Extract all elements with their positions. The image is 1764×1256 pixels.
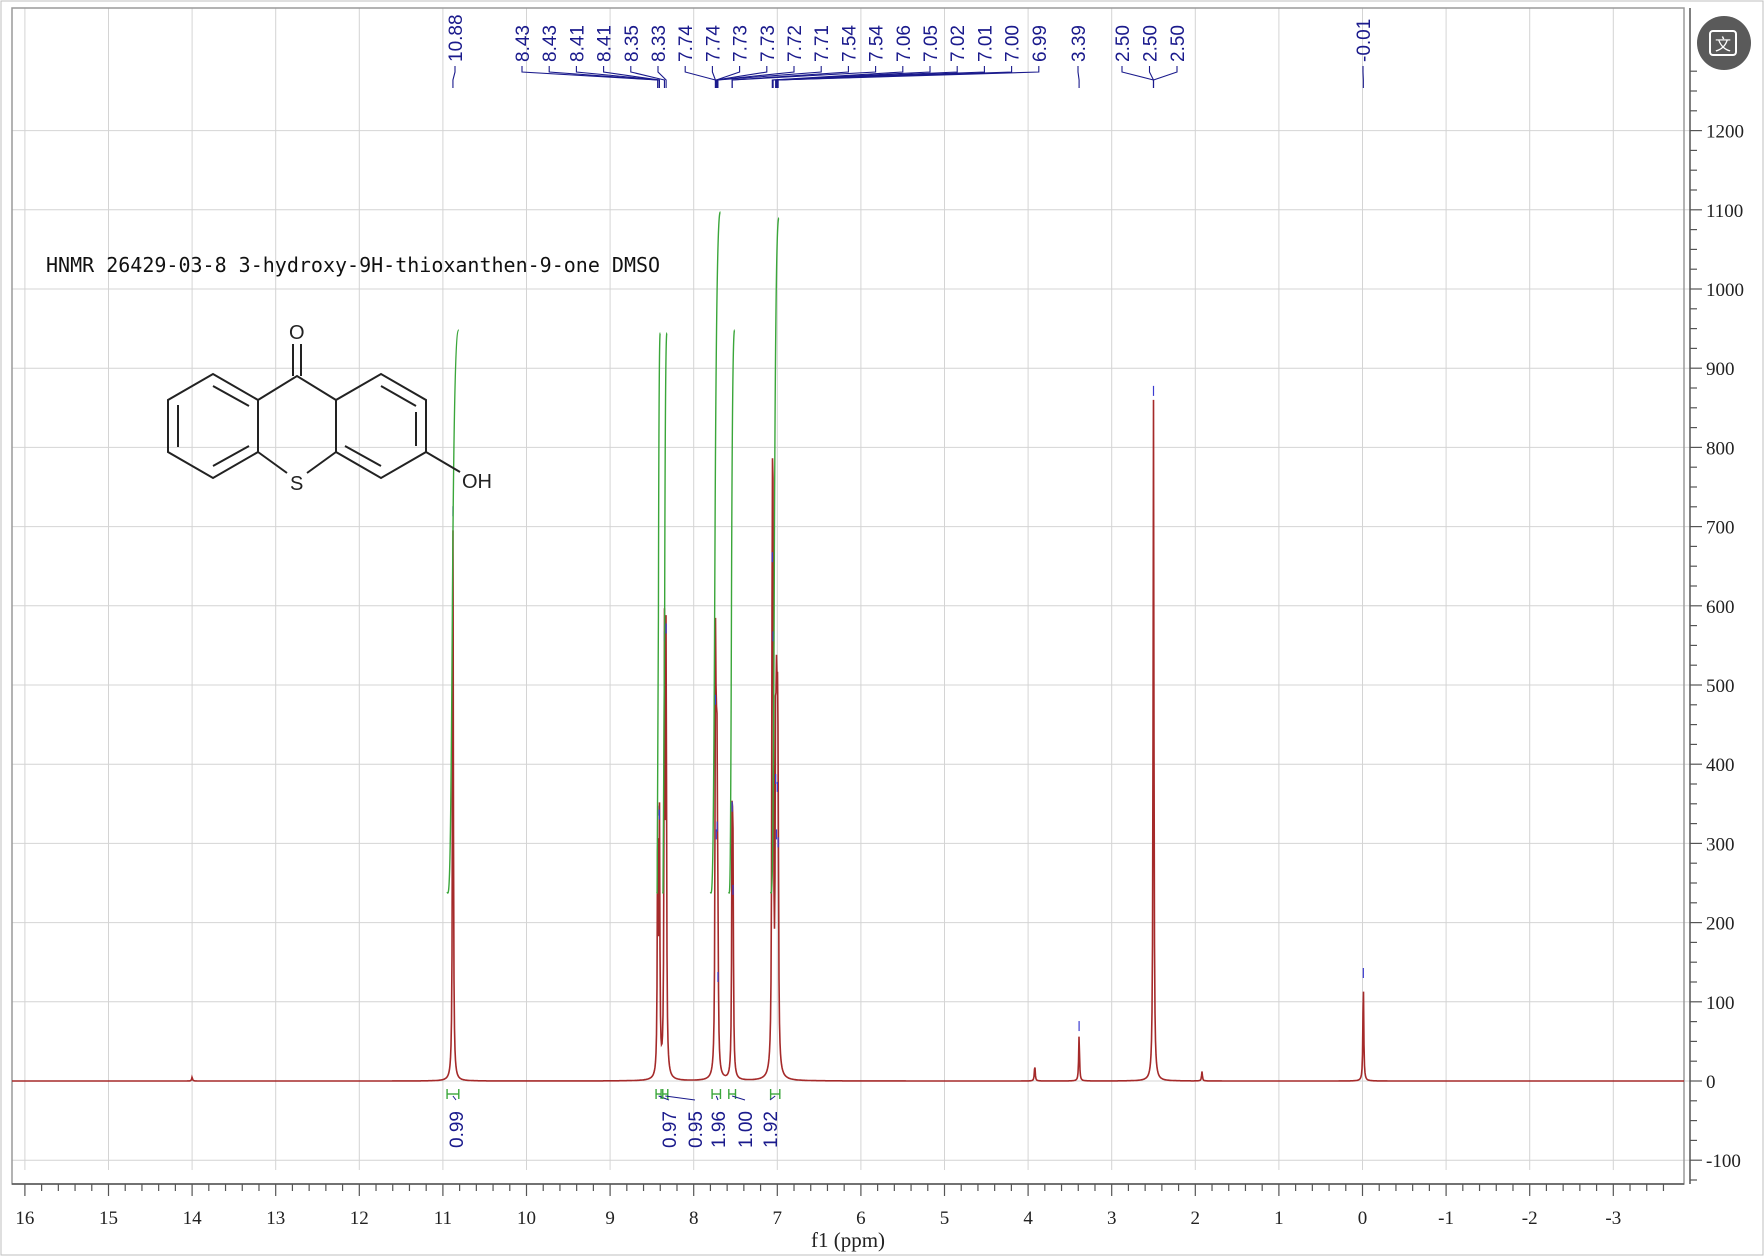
peak-shift-label: 8.35 [622,25,643,62]
chart-background [0,0,1764,1256]
x-tick-label: 15 [99,1208,118,1229]
integral-value-label: 1.96 [709,1111,730,1148]
peak-shift-label: 7.00 [1003,25,1024,62]
peak-shift-label: 7.71 [812,25,833,62]
peak-shift-label: 2.50 [1113,25,1134,62]
x-tick-label: -3 [1605,1208,1621,1229]
atom-oxygen: O [289,322,305,344]
y-tick-label: 800 [1706,438,1735,459]
y-tick-label: 500 [1706,676,1735,697]
y-tick-label: 100 [1706,993,1735,1014]
peak-shift-label: 7.74 [676,25,697,62]
peak-shift-label: 7.73 [731,25,752,62]
peak-shift-label: 8.41 [567,25,588,62]
peak-shift-label: 10.88 [446,14,467,62]
peak-shift-label: 3.39 [1069,25,1090,62]
translate-glyph: 文 [1715,35,1731,54]
x-tick-label: 10 [517,1208,536,1229]
integral-value-label: 1.00 [736,1111,757,1148]
peak-shift-label: 7.02 [948,25,969,62]
integral-value-label: 0.95 [686,1111,707,1148]
peak-shift-label: 2.50 [1141,25,1162,62]
x-tick-label: 9 [605,1208,615,1229]
y-tick-label: 1000 [1706,280,1744,301]
integral-value-label: 0.97 [660,1111,681,1148]
x-tick-label: 2 [1191,1208,1201,1229]
y-tick-label: 400 [1706,755,1735,776]
peak-shift-label: 8.33 [649,25,670,62]
peak-shift-label: 7.05 [921,25,942,62]
peak-shift-label: 7.74 [703,25,724,62]
translate-button[interactable]: 文 [1697,16,1751,70]
x-tick-label: -1 [1438,1208,1454,1229]
y-tick-label: 600 [1706,597,1735,618]
nmr-spectrum-chart: 16 15 14 13 12 11 10 9 8 7 6 5 4 3 2 1 0 -1 -2 -3 120011001… [0,0,1764,1256]
integral-value-label: 1.92 [761,1111,782,1148]
atom-sulfur: S [290,473,303,495]
y-tick-label: 1200 [1706,122,1744,143]
peak-shift-label: 8.43 [513,25,534,62]
integral-value-label: 0.99 [447,1111,468,1148]
peak-shift-label: 2.50 [1168,25,1189,62]
x-tick-label: 8 [689,1208,699,1229]
peak-shift-label: 7.73 [758,25,779,62]
y-tick-label: -100 [1706,1151,1741,1172]
peak-shift-label: 7.54 [867,25,888,62]
y-tick-label: 900 [1706,359,1735,380]
x-tick-label: 7 [773,1208,783,1229]
x-tick-label: 0 [1358,1208,1368,1229]
y-tick-label: 1100 [1706,201,1743,222]
x-tick-label: 13 [266,1208,285,1229]
peak-shift-label: 7.72 [785,25,806,62]
y-tick-label: 300 [1706,834,1735,855]
x-tick-label: 3 [1107,1208,1117,1229]
peak-shift-label: 7.01 [975,25,996,62]
y-tick-label: 200 [1706,914,1735,935]
x-tick-label: 16 [15,1208,34,1229]
x-tick-label: 11 [434,1208,452,1229]
y-tick-label: 700 [1706,518,1735,539]
x-axis-title: f1 (ppm) [811,1228,885,1252]
peak-shift-label: 8.41 [595,25,616,62]
atom-hydroxyl: OH [462,471,492,493]
x-tick-label: -2 [1522,1208,1538,1229]
x-tick-label: 6 [856,1208,866,1229]
peak-shift-label: 7.54 [839,25,860,62]
x-tick-label: 5 [940,1208,950,1229]
peak-shift-label: -0.01 [1354,19,1375,62]
x-tick-label: 12 [350,1208,369,1229]
x-tick-label: 1 [1274,1208,1284,1229]
x-tick-label: 14 [183,1208,203,1229]
peak-shift-label: 8.43 [540,25,561,62]
y-tick-label: 0 [1706,1072,1716,1093]
peak-shift-label: 7.06 [894,25,915,62]
x-tick-label: 4 [1023,1208,1033,1229]
peak-shift-label: 6.99 [1030,25,1051,62]
spectrum-title: HNMR 26429-03-8 3-hydroxy-9H-thioxanthen… [46,253,660,277]
